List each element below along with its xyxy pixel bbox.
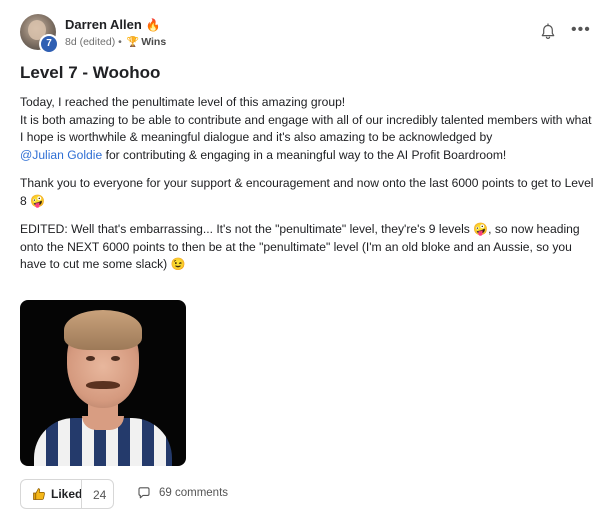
wink-emoji: 😉	[170, 257, 186, 271]
more-options-icon[interactable]: •••	[571, 22, 591, 38]
comments-link[interactable]: 69 comments	[137, 486, 228, 500]
crazy-face-emoji: 🤪	[473, 222, 489, 236]
post-body: Today, I reached the penultimate level o…	[20, 94, 595, 285]
paragraph-2-text: Thank you to everyone for your support &…	[20, 176, 594, 208]
image-hair	[64, 310, 142, 350]
fire-emoji: 🔥	[145, 18, 161, 32]
post-time[interactable]: 8d (edited)	[65, 36, 115, 48]
image-eye	[86, 356, 95, 361]
author-name[interactable]: Darren Allen	[65, 17, 142, 32]
category-label[interactable]: Wins	[141, 36, 166, 48]
thumbs-up-icon	[33, 488, 45, 500]
author-line: Darren Allen 🔥	[65, 17, 161, 32]
paragraph-2: Thank you to everyone for your support &…	[20, 175, 595, 210]
post-meta: 8d (edited) • 🏆 Wins	[65, 36, 166, 48]
divider	[81, 480, 82, 508]
post-card: 7 Darren Allen 🔥 8d (edited) • 🏆 Wins ••• …	[0, 0, 609, 522]
paragraph-1: Today, I reached the penultimate level o…	[20, 94, 595, 164]
like-button[interactable]: Liked 24	[20, 479, 114, 509]
crazy-face-emoji: 🤪	[30, 193, 46, 208]
paragraph-1-line-1: Today, I reached the penultimate level o…	[20, 95, 346, 109]
image-eye	[111, 356, 120, 361]
level-badge: 7	[39, 34, 59, 54]
paragraph-3: EDITED: Well that's embarrassing... It's…	[20, 221, 595, 274]
avatar[interactable]: 7	[20, 14, 59, 54]
post-title: Level 7 - Woohoo	[20, 63, 161, 82]
mention-link[interactable]: @Julian Goldie	[20, 148, 102, 162]
paragraph-1-line-2-end: for contributing & engaging in a meaning…	[105, 147, 507, 162]
bell-icon[interactable]	[539, 23, 557, 41]
meta-separator: •	[118, 36, 122, 48]
image-mustache	[86, 381, 120, 389]
comment-icon	[138, 487, 150, 499]
post-image[interactable]	[20, 300, 186, 466]
liked-label: Liked	[51, 487, 83, 501]
comments-count: 69 comments	[159, 487, 229, 499]
trophy-icon: 🏆	[126, 37, 140, 48]
paragraph-3-text-a: EDITED: Well that's embarrassing... It's…	[20, 222, 470, 236]
paragraph-1-line-2: It is both amazing to be able to contrib…	[20, 112, 592, 145]
like-count[interactable]: 24	[93, 488, 106, 502]
